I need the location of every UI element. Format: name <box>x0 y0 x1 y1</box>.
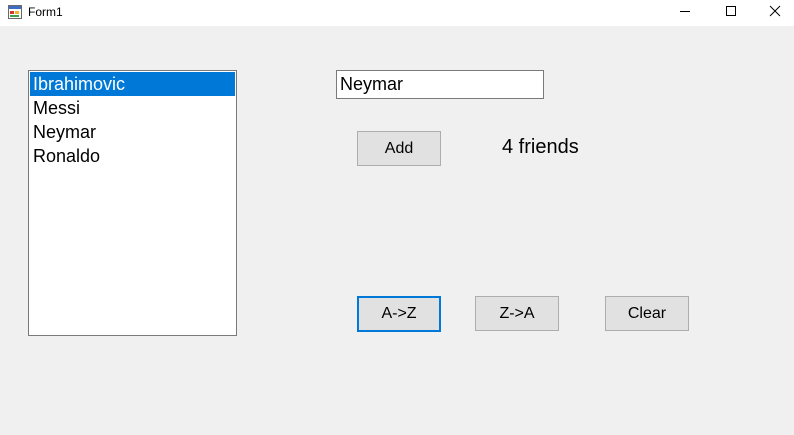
maximize-button[interactable] <box>708 0 754 26</box>
form-app-icon <box>8 5 22 19</box>
close-icon <box>769 4 781 22</box>
name-input[interactable] <box>336 70 544 99</box>
sort-ascending-button[interactable]: A->Z <box>357 296 441 332</box>
add-button[interactable]: Add <box>357 131 441 166</box>
maximize-icon <box>725 4 737 22</box>
friend-count-label: 4 friends <box>502 136 579 158</box>
clear-button[interactable]: Clear <box>605 296 689 331</box>
sort-descending-button[interactable]: Z->A <box>475 296 559 331</box>
friends-listbox[interactable]: Ibrahimovic Messi Neymar Ronaldo <box>28 70 237 336</box>
close-button[interactable] <box>752 0 794 26</box>
list-item[interactable]: Neymar <box>30 120 235 144</box>
title-bar[interactable]: Form1 <box>0 0 794 26</box>
minimize-button[interactable] <box>662 0 708 26</box>
minimize-icon <box>679 4 691 22</box>
list-item[interactable]: Ronaldo <box>30 144 235 168</box>
window-title: Form1 <box>28 5 63 19</box>
list-item[interactable]: Ibrahimovic <box>30 72 235 96</box>
list-item[interactable]: Messi <box>30 96 235 120</box>
form-window: Form1 Ibrahimovic Messi Neymar Ronaldo A… <box>0 0 794 435</box>
